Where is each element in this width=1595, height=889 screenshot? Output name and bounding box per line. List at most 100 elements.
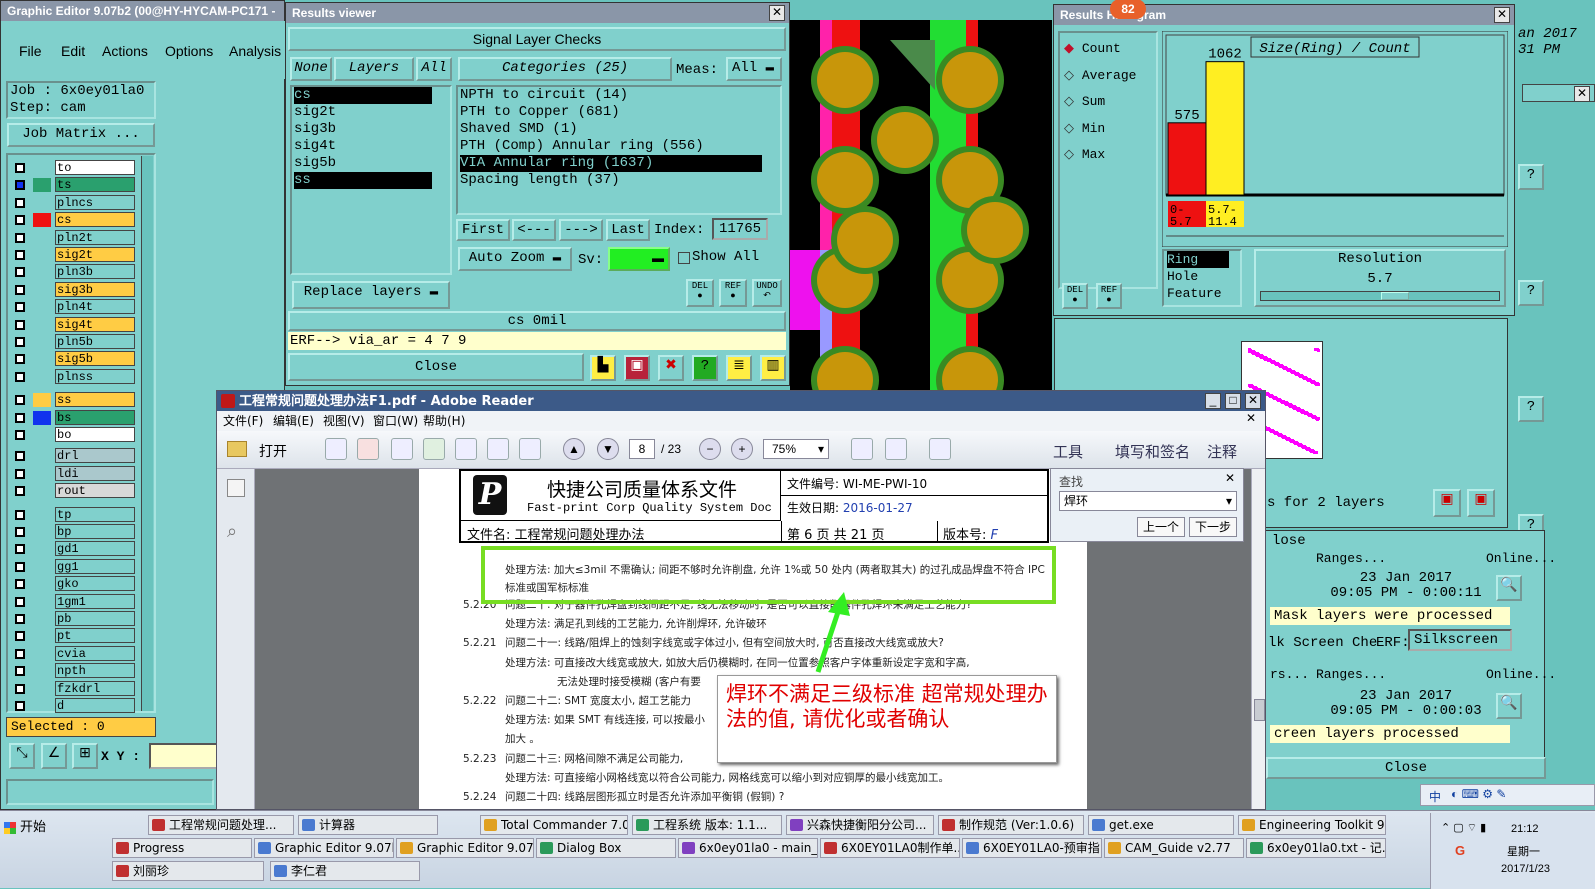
side-list-item[interactable]: Hole <box>1167 268 1229 285</box>
layer-row-gko[interactable]: gko <box>11 575 135 593</box>
report-icon[interactable]: ▙ <box>590 355 616 381</box>
layer-checkbox[interactable] <box>15 544 25 555</box>
help-icon[interactable]: ? <box>1518 164 1544 190</box>
layer-checkbox[interactable] <box>15 579 25 590</box>
layer-row-pln2t[interactable]: pln2t <box>11 229 135 247</box>
save-icon[interactable] <box>455 438 477 460</box>
layer-row-plncs[interactable]: plncs <box>11 194 135 212</box>
minimize-icon[interactable]: _ <box>1205 393 1221 409</box>
taskbar-item[interactable]: Graphic Editor 9.07b2... <box>254 838 394 858</box>
layer-scrollbar[interactable] <box>141 156 153 711</box>
page-down-icon[interactable]: ▼ <box>597 438 619 460</box>
help-icon[interactable]: ? <box>1518 396 1544 422</box>
taskbar-item[interactable]: 计算器 <box>298 815 438 835</box>
taskbar-item[interactable]: 6X0EY01LA0-预审指... <box>962 838 1102 858</box>
side-list-item[interactable]: Feature <box>1167 285 1229 302</box>
layer-row-bs[interactable]: bs <box>11 409 135 427</box>
layer-color-swatch[interactable] <box>33 318 51 332</box>
layer-row-plnss[interactable]: plnss <box>11 368 135 386</box>
taskbar-item[interactable]: Engineering Toolkit 9.0... <box>1238 815 1386 835</box>
fill-sign-tab[interactable]: 填写和签名 <box>1115 441 1190 462</box>
category-item[interactable]: VIA Annular ring (1637) <box>460 155 762 172</box>
del-button[interactable]: DEL ● <box>686 279 714 307</box>
xy-input[interactable] <box>149 743 221 769</box>
page-thumbnails-icon[interactable] <box>227 479 245 497</box>
close-icon[interactable]: ✕ <box>1494 7 1510 23</box>
create-pdf-icon[interactable] <box>325 438 347 460</box>
none-button[interactable]: None <box>290 57 332 81</box>
layer-checkbox[interactable] <box>15 430 25 440</box>
email-icon[interactable] <box>519 438 541 460</box>
taskbar-item[interactable]: 工程常规问题处理... <box>148 815 294 835</box>
attachment-icon[interactable]: ⌕ <box>227 521 237 542</box>
layer-checkbox[interactable] <box>15 614 25 624</box>
layer-checkbox[interactable] <box>15 215 25 226</box>
taskbar-item[interactable]: get.exe <box>1088 815 1234 835</box>
layer-checkbox[interactable] <box>15 250 25 260</box>
layer-checkbox[interactable] <box>15 451 25 462</box>
taskbar-item[interactable]: 刘丽珍 <box>112 861 264 881</box>
taskbar-item[interactable]: Progress <box>112 838 252 858</box>
layer-checkbox[interactable] <box>15 284 25 295</box>
layer-color-swatch[interactable] <box>33 560 51 574</box>
measure-tool-icon[interactable]: ∠ <box>41 743 67 769</box>
replace-layers-dropdown[interactable]: Replace layers ▬ <box>292 281 450 309</box>
edit-icon[interactable] <box>391 438 413 460</box>
layer-row-pln4t[interactable]: pln4t <box>11 298 135 316</box>
layer-row-gd1[interactable]: gd1 <box>11 540 135 558</box>
layer-row-bo[interactable]: bo <box>11 426 135 444</box>
hist-del-button[interactable]: DEL ● <box>1062 283 1088 309</box>
layer-row-pb[interactable]: pb <box>11 610 135 628</box>
taskbar-item[interactable]: Dialog Box <box>536 838 676 858</box>
category-item[interactable]: Shaved SMD (1) <box>460 121 762 138</box>
layer-checkbox[interactable] <box>15 596 25 607</box>
layer-row-d[interactable]: d <box>11 697 135 715</box>
menu-actions[interactable]: Actions <box>102 43 148 59</box>
category-item[interactable]: PTH (Comp) Annular ring (556) <box>460 138 762 155</box>
layer-row-pln3b[interactable]: pln3b <box>11 263 135 281</box>
close-icon[interactable]: ✕ <box>1245 393 1261 409</box>
find-next-button[interactable]: 下一步 <box>1189 517 1237 537</box>
doc-scrollbar[interactable] <box>1251 469 1265 809</box>
layer-color-swatch[interactable] <box>33 231 51 245</box>
menu-edit[interactable]: Edit <box>61 43 85 59</box>
maximize-icon[interactable]: □ <box>1225 393 1241 409</box>
layer-color-swatch[interactable] <box>33 467 51 481</box>
delete-marker-icon[interactable]: ✖ <box>658 355 684 381</box>
layer-result-list[interactable]: cs sig2t sig3b sig4t sig5b ss <box>290 85 452 275</box>
layer-color-swatch[interactable] <box>33 595 51 609</box>
layer-color-swatch[interactable] <box>33 525 51 539</box>
measure-option-min[interactable]: ◇ Min <box>1064 119 1105 139</box>
page-up-icon[interactable]: ▲ <box>563 438 585 460</box>
layer-checkbox[interactable] <box>15 180 25 191</box>
measure-option-average[interactable]: ◇ Average <box>1064 66 1136 86</box>
layer-color-swatch[interactable] <box>33 352 51 366</box>
find-close-icon[interactable]: ✕ <box>1225 471 1235 485</box>
layer-color-swatch[interactable] <box>33 682 51 696</box>
close-doc-icon[interactable]: ✕ <box>1243 412 1259 428</box>
combine-icon[interactable] <box>357 438 379 460</box>
layer-row-to[interactable]: to <box>11 159 135 177</box>
list-icon[interactable]: ≣ <box>726 355 752 381</box>
categories-button[interactable]: Categories (25) <box>458 57 672 81</box>
close-icon[interactable]: ✕ <box>769 5 785 21</box>
layer-checkbox[interactable] <box>15 631 25 642</box>
histogram-icon[interactable]: ▥ <box>760 355 786 381</box>
taskbar-item[interactable]: Graphic Editor 9.07b... <box>396 838 534 858</box>
erf-silkscreen-field[interactable]: Silkscreen <box>1408 629 1512 651</box>
layer-color-swatch[interactable] <box>33 393 51 408</box>
adobe-menu-item[interactable]: 文件(F) <box>223 411 263 431</box>
prev-button[interactable]: <--- <box>512 219 556 241</box>
all-button[interactable]: All <box>416 57 452 81</box>
close-icon[interactable]: ✕ <box>1574 86 1590 102</box>
zoom-in-icon[interactable]: + <box>731 438 753 460</box>
ime-toolbar[interactable]: 中 ◐ ⌨ ⚙ ✎ <box>1420 784 1595 806</box>
taskbar-item[interactable]: 6x0ey01la0 - main_qa <box>678 838 818 858</box>
find-prev-button[interactable]: 上一个 <box>1137 517 1185 537</box>
layer-row-sig4t[interactable]: sig4t <box>11 316 135 334</box>
layer-color-swatch[interactable] <box>33 647 51 661</box>
layer-checkbox[interactable] <box>15 468 25 479</box>
job-matrix-button[interactable]: Job Matrix ... <box>7 123 155 147</box>
layer-checkbox[interactable] <box>15 561 25 572</box>
fit-page-icon[interactable] <box>851 438 873 460</box>
